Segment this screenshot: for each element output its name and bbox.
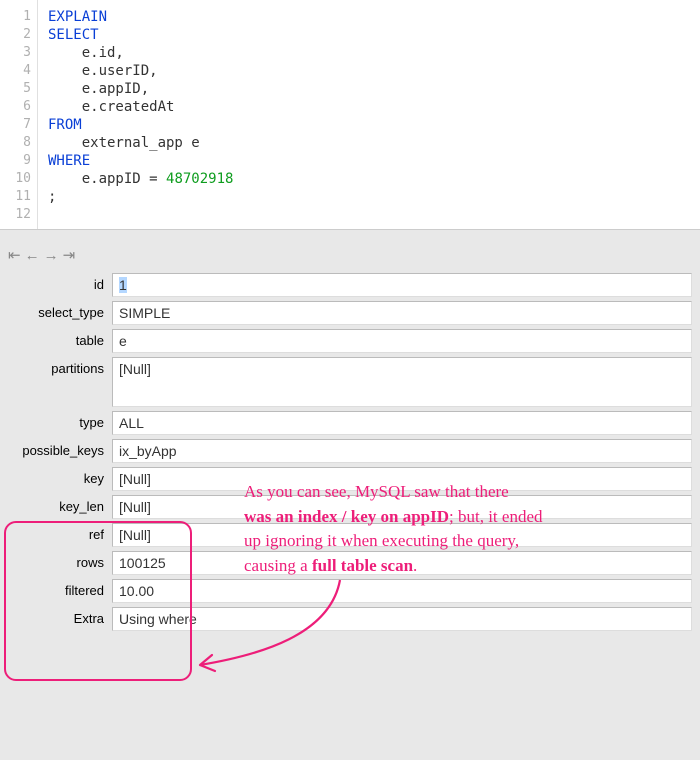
- detail-row-rows: rows100125: [0, 551, 692, 575]
- detail-label: table: [0, 329, 112, 353]
- detail-value[interactable]: ALL: [112, 411, 692, 435]
- detail-row-table: tablee: [0, 329, 692, 353]
- line-gutter: 123456 789101112: [0, 0, 38, 229]
- detail-value[interactable]: e: [112, 329, 692, 353]
- detail-row-key_len: key_len[Null]: [0, 495, 692, 519]
- detail-value[interactable]: 100125: [112, 551, 692, 575]
- detail-label: possible_keys: [0, 439, 112, 463]
- detail-value[interactable]: SIMPLE: [112, 301, 692, 325]
- detail-row-id: id1: [0, 273, 692, 297]
- detail-label: id: [0, 273, 112, 297]
- detail-label: type: [0, 411, 112, 435]
- detail-row-type: typeALL: [0, 411, 692, 435]
- detail-row-extra: ExtraUsing where: [0, 607, 692, 631]
- detail-row-select_type: select_typeSIMPLE: [0, 301, 692, 325]
- detail-value[interactable]: [Null]: [112, 523, 692, 547]
- record-nav-toolbar: ⇤ ← → ⇥: [0, 230, 700, 273]
- detail-value[interactable]: [Null]: [112, 467, 692, 491]
- detail-value[interactable]: 10.00: [112, 579, 692, 603]
- detail-value[interactable]: Using where: [112, 607, 692, 631]
- detail-label: select_type: [0, 301, 112, 325]
- detail-label: filtered: [0, 579, 112, 603]
- detail-row-partitions: partitions[Null]: [0, 357, 692, 407]
- detail-label: rows: [0, 551, 112, 575]
- explain-detail-form: id1select_typeSIMPLEtableepartitions[Nul…: [0, 273, 700, 631]
- detail-value[interactable]: 1: [112, 273, 692, 297]
- nav-last-icon[interactable]: ⇥: [63, 248, 76, 263]
- detail-row-filtered: filtered10.00: [0, 579, 692, 603]
- nav-next-icon[interactable]: →: [44, 248, 59, 263]
- detail-row-possible_keys: possible_keysix_byApp: [0, 439, 692, 463]
- nav-first-icon[interactable]: ⇤: [8, 248, 21, 263]
- detail-label: key: [0, 467, 112, 491]
- detail-row-ref: ref[Null]: [0, 523, 692, 547]
- detail-row-key: key[Null]: [0, 467, 692, 491]
- code-text[interactable]: EXPLAIN SELECT e.id, e.userID, e.appID, …: [38, 0, 700, 229]
- detail-value[interactable]: ix_byApp: [112, 439, 692, 463]
- detail-value[interactable]: [Null]: [112, 495, 692, 519]
- detail-label: partitions: [0, 357, 112, 407]
- detail-value[interactable]: [Null]: [112, 357, 692, 407]
- detail-label: key_len: [0, 495, 112, 519]
- nav-prev-icon[interactable]: ←: [25, 248, 40, 263]
- detail-label: ref: [0, 523, 112, 547]
- detail-label: Extra: [0, 607, 112, 631]
- sql-editor[interactable]: 123456 789101112 EXPLAIN SELECT e.id, e.…: [0, 0, 700, 230]
